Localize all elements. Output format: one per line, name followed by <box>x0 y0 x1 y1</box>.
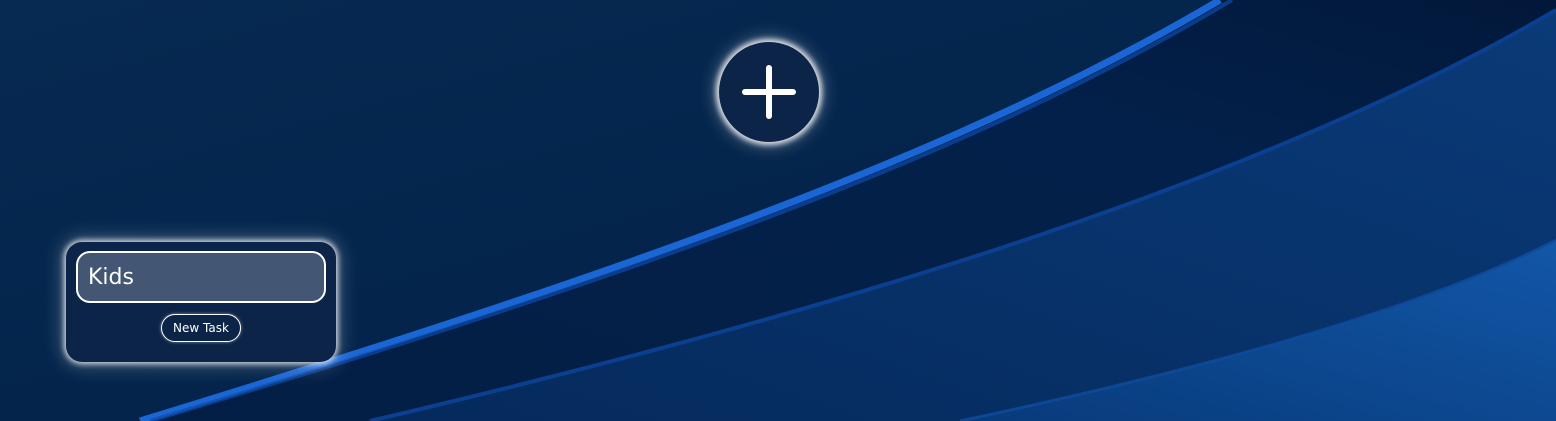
new-task-button[interactable]: New Task <box>161 314 241 342</box>
plus-icon <box>742 65 796 119</box>
add-list-button[interactable] <box>719 42 819 142</box>
task-list-card: New Task <box>66 242 336 362</box>
list-title-input[interactable] <box>76 251 326 303</box>
